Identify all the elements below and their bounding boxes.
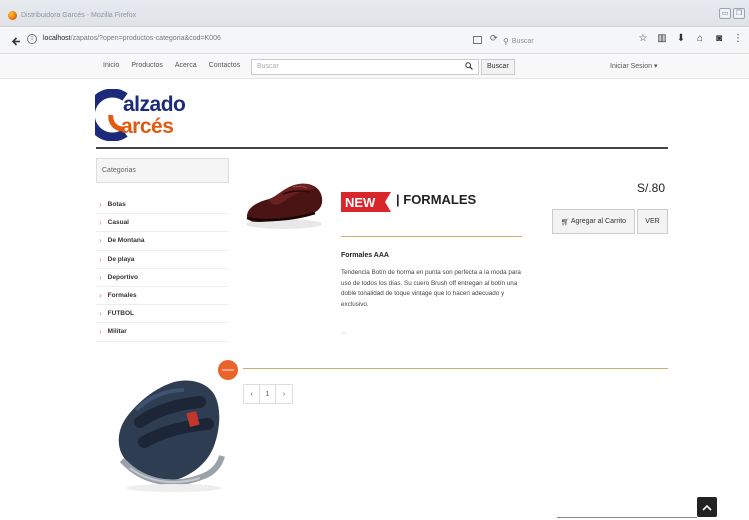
category-label: De playa (107, 255, 135, 263)
nav-link-acerca[interactable]: Acerca (175, 62, 197, 69)
chevron-right-icon: › (99, 236, 102, 246)
category-item-militar[interactable]: › Militar (96, 323, 229, 342)
product-name: Formales AAA (341, 252, 389, 259)
login-dropdown[interactable]: Iniciar Sesion ▾ (610, 62, 657, 70)
site-search-input[interactable]: Buscar (251, 59, 479, 75)
chevron-right-icon: › (99, 291, 102, 301)
window-controls: ▭ ❐ (719, 8, 745, 19)
browser-navbar: i localhost/zapatos/?open=productos-cate… (0, 28, 749, 54)
promo-shoe-image[interactable] (110, 352, 238, 494)
category-item-casual[interactable]: › Casual (96, 214, 229, 233)
bookmark-star-icon[interactable]: ☆ (638, 33, 648, 44)
category-item-futbol[interactable]: › FUTBOL (96, 305, 229, 324)
category-item-botas[interactable]: › Botas (96, 196, 229, 215)
home-icon[interactable]: ⌂ (695, 33, 705, 44)
list-divider (243, 368, 668, 369)
product-description: Tendencia Botín de horma en punta son pe… (341, 269, 521, 308)
product-divider (341, 236, 522, 237)
chevron-right-icon: › (99, 254, 102, 264)
cart-icon: 🛒︎ (560, 218, 570, 226)
category-label: FUTBOL (107, 310, 135, 318)
new-badge-text: NEW (345, 195, 376, 210)
browser-titlebar: Distribuidora Garcés - Mozilla Firefox ▭… (0, 0, 749, 27)
browser-search-placeholder: Buscar (511, 37, 534, 45)
logo-text-top: alzado (123, 93, 186, 116)
category-item-formales[interactable]: › Formales (96, 287, 229, 306)
minimize-button[interactable]: ▭ (719, 8, 731, 19)
chevron-right-icon: › (99, 272, 102, 282)
site-search-placeholder: Buscar (257, 63, 279, 70)
nav-link-contactos[interactable]: Contactos (209, 62, 241, 69)
pagination: ‹ 1 › (243, 384, 293, 404)
product-category-title: | FORMALES (396, 192, 477, 207)
product-ellipsis: ... (341, 328, 347, 335)
nav-link-productos[interactable]: Productos (131, 62, 163, 69)
pagination-prev[interactable]: ‹ (244, 385, 260, 403)
header-divider (96, 147, 668, 149)
site-navbar: Inicio Productos Acerca Contactos Buscar… (0, 55, 749, 79)
url-bar[interactable]: localhost/zapatos/?open=productos-catego… (43, 35, 221, 42)
chevron-up-icon (702, 504, 712, 511)
site-nav-links: Inicio Productos Acerca Contactos (103, 62, 240, 69)
chevron-right-icon: › (99, 309, 102, 319)
reader-view-icon[interactable] (473, 36, 482, 44)
download-icon[interactable]: ⬇ (676, 33, 686, 44)
pocket-icon[interactable]: ◙ (714, 33, 724, 44)
categories-list: › Botas › Casual › De Montana › De playa › De… (96, 196, 229, 342)
category-item-de-montana[interactable]: › De Montana (96, 232, 229, 251)
nav-link-inicio[interactable]: Inicio (103, 62, 119, 69)
browser-search-input[interactable]: ⚲ Buscar (503, 33, 643, 49)
chevron-right-icon: › (99, 200, 102, 210)
product-image[interactable] (243, 172, 325, 232)
restore-button[interactable]: ❐ (733, 8, 745, 19)
search-icon: ⚲ (503, 36, 509, 46)
site-logo[interactable]: alzado arcés (95, 87, 186, 143)
product-price: S/.80 (637, 181, 666, 195)
new-badge: NEW (341, 192, 391, 212)
url-path: /zapatos/?open=productos-categoria&cod=K… (70, 35, 221, 42)
info-icon[interactable]: i (27, 34, 37, 44)
view-button[interactable]: VER (637, 209, 668, 234)
category-item-deportivo[interactable]: › Deportivo (96, 269, 229, 287)
category-label: Casual (107, 219, 129, 227)
category-item-de-playa[interactable]: › De playa (96, 251, 229, 269)
category-label: Deportivo (107, 273, 139, 281)
category-label: Militar (107, 328, 127, 336)
chevron-right-icon: › (99, 327, 102, 337)
pagination-next[interactable]: › (276, 385, 292, 403)
chevron-right-icon: › (99, 218, 102, 228)
category-label: Botas (107, 201, 126, 209)
library-icon[interactable]: ▥ (657, 33, 667, 44)
reload-icon[interactable]: ⟳ (490, 33, 498, 44)
scroll-to-top-button[interactable] (697, 497, 717, 517)
menu-icon[interactable]: ⋮ (733, 33, 743, 44)
window-title: Distribuidora Garcés - Mozilla Firefox (21, 11, 137, 19)
url-host: localhost (43, 35, 71, 42)
footer-line (557, 517, 697, 518)
categories-title: Categorias (102, 167, 136, 174)
search-icon (465, 62, 473, 72)
category-label: Formales (107, 292, 137, 300)
search-button[interactable]: Buscar (481, 59, 515, 75)
add-to-cart-label: Agregar al Carrito (570, 218, 627, 225)
add-to-cart-button[interactable]: 🛒︎ Agregar al Carrito (552, 209, 635, 234)
pagination-page-1[interactable]: 1 (260, 385, 276, 403)
browser-tab[interactable]: Distribuidora Garcés - Mozilla Firefox (8, 5, 228, 25)
firefox-icon (8, 10, 17, 20)
back-arrow-icon[interactable] (9, 34, 23, 48)
logo-text-bottom: arcés (121, 115, 174, 138)
browser-toolbar: ☆ ▥ ⬇ ⌂ ◙ ⋮ (638, 33, 743, 44)
categories-panel-heading: Categorias (96, 158, 229, 183)
category-label: De Montana (107, 237, 145, 245)
